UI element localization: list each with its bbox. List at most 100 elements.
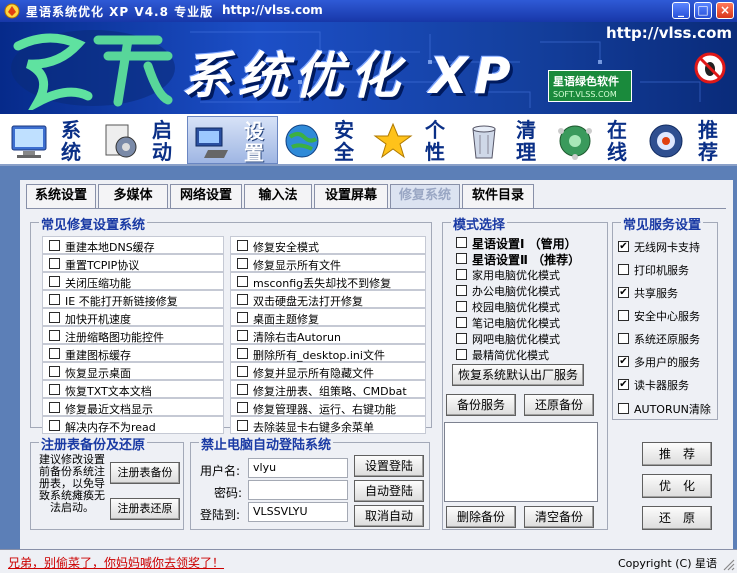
checkbox-box[interactable] bbox=[49, 384, 60, 395]
tab-multimedia[interactable]: 多媒体 bbox=[98, 184, 168, 208]
domain-input[interactable]: VLSSVLYU bbox=[248, 502, 348, 522]
checkbox-box[interactable] bbox=[618, 287, 629, 298]
service-option[interactable]: 读卡器服务 bbox=[618, 376, 716, 392]
checkbox-box[interactable] bbox=[49, 294, 60, 305]
repair-option[interactable]: 重建图标缓存 bbox=[42, 344, 224, 362]
checkbox-box[interactable] bbox=[237, 366, 248, 377]
checkbox-box[interactable] bbox=[618, 264, 629, 275]
tab-repair-system[interactable]: 修复系统 bbox=[390, 184, 460, 208]
repair-option[interactable]: msconfig丢失却找不到修复 bbox=[230, 272, 426, 290]
checkbox-box[interactable] bbox=[618, 403, 629, 414]
checkbox-box[interactable] bbox=[237, 312, 248, 323]
service-option[interactable]: 无线网卡支持 bbox=[618, 238, 716, 254]
resize-grip-icon[interactable] bbox=[723, 559, 735, 571]
tab-screen-settings[interactable]: 设置屏幕 bbox=[314, 184, 388, 208]
mode-option[interactable]: 星语设置Ⅱ （推荐） bbox=[456, 250, 606, 267]
repair-option[interactable]: 重建本地DNS缓存 bbox=[42, 236, 224, 254]
set-login-button[interactable]: 设置登陆 bbox=[354, 455, 424, 477]
checkbox-box[interactable] bbox=[237, 240, 248, 251]
delete-backup-button[interactable]: 删除备份 bbox=[446, 506, 516, 528]
checkbox-box[interactable] bbox=[49, 312, 60, 323]
checkbox-box[interactable] bbox=[618, 356, 629, 367]
close-button[interactable]: × bbox=[716, 2, 734, 19]
checkbox-box[interactable] bbox=[49, 258, 60, 269]
mode-option[interactable]: 星语设置Ⅰ （管用） bbox=[456, 234, 606, 251]
repair-option[interactable]: 注册缩略图功能控件 bbox=[42, 326, 224, 344]
green-software-badge[interactable]: 星语绿色软件 SOFT.VLSS.COM bbox=[548, 70, 632, 102]
checkbox-box[interactable] bbox=[237, 330, 248, 341]
service-option[interactable]: 安全中心服务 bbox=[618, 307, 716, 323]
repair-option[interactable]: 解决内存不为read bbox=[42, 416, 224, 434]
category-startup[interactable]: 启动 bbox=[96, 116, 187, 164]
banner-site-url[interactable]: http://vlss.com bbox=[606, 24, 732, 42]
checkbox-box[interactable] bbox=[237, 402, 248, 413]
checkbox-box[interactable] bbox=[456, 349, 467, 360]
service-option[interactable]: 共享服务 bbox=[618, 284, 716, 300]
service-option[interactable]: AUTORUN清除 bbox=[618, 400, 716, 416]
tab-input-method[interactable]: 输入法 bbox=[244, 184, 312, 208]
repair-option[interactable]: 恢复TXT文本文档 bbox=[42, 380, 224, 398]
repair-option[interactable]: 去除装显卡右键多余菜单 bbox=[230, 416, 426, 434]
checkbox-box[interactable] bbox=[49, 402, 60, 413]
repair-option[interactable]: 修复显示所有文件 bbox=[230, 254, 426, 272]
checkbox-box[interactable] bbox=[237, 384, 248, 395]
checkbox-box[interactable] bbox=[618, 379, 629, 390]
repair-option[interactable]: 加快开机速度 bbox=[42, 308, 224, 326]
checkbox-box[interactable] bbox=[618, 333, 629, 344]
mode-option[interactable]: 最精简优化模式 bbox=[456, 346, 606, 362]
category-clean[interactable]: 清理 bbox=[460, 116, 551, 164]
repair-option[interactable]: 修复注册表、组策略、CMDbat bbox=[230, 380, 426, 398]
checkbox-box[interactable] bbox=[456, 253, 467, 264]
service-option[interactable]: 系统还原服务 bbox=[618, 330, 716, 346]
tab-system-settings[interactable]: 系统设置 bbox=[26, 184, 96, 208]
category-online[interactable]: 在线 bbox=[551, 116, 642, 164]
checkbox-box[interactable] bbox=[456, 269, 467, 280]
registry-backup-button[interactable]: 注册表备份 bbox=[110, 462, 180, 484]
auto-login-button[interactable]: 自动登陆 bbox=[354, 480, 424, 502]
checkbox-box[interactable] bbox=[237, 420, 248, 431]
tab-software-directory[interactable]: 软件目录 bbox=[462, 184, 534, 208]
status-link[interactable]: 兄弟，别偷菜了，你妈妈喊你去领奖了！ bbox=[8, 554, 224, 571]
repair-option[interactable]: 双击硬盘无法打开修复 bbox=[230, 290, 426, 308]
repair-option[interactable]: 删除所有_desktop.ini文件 bbox=[230, 344, 426, 362]
repair-option[interactable]: 重置TCPIP协议 bbox=[42, 254, 224, 272]
no-bug-icon[interactable] bbox=[694, 52, 726, 84]
checkbox-box[interactable] bbox=[237, 348, 248, 359]
checkbox-box[interactable] bbox=[49, 348, 60, 359]
mode-option[interactable]: 笔记电脑优化模式 bbox=[456, 314, 606, 330]
category-personalize[interactable]: 个性 bbox=[369, 116, 460, 164]
checkbox-box[interactable] bbox=[456, 333, 467, 344]
title-bar[interactable]: 星语系统优化 XP V4.8 专业版 http://vlss.com _ □ × bbox=[0, 0, 737, 22]
username-input[interactable]: vlyu bbox=[248, 458, 348, 478]
service-option[interactable]: 打印机服务 bbox=[618, 261, 716, 277]
checkbox-box[interactable] bbox=[456, 301, 467, 312]
tab-network-settings[interactable]: 网络设置 bbox=[170, 184, 242, 208]
restore-backup-button[interactable]: 还原备份 bbox=[524, 394, 594, 416]
minimize-button[interactable]: _ bbox=[672, 2, 690, 19]
repair-option[interactable]: 清除右击Autorun bbox=[230, 326, 426, 344]
repair-option[interactable]: 修复并显示所有隐藏文件 bbox=[230, 362, 426, 380]
checkbox-box[interactable] bbox=[49, 366, 60, 377]
mode-option[interactable]: 家用电脑优化模式 bbox=[456, 266, 606, 282]
category-security[interactable]: 安全 bbox=[278, 116, 369, 164]
backup-list[interactable] bbox=[444, 422, 598, 502]
category-recommend[interactable]: 推荐 bbox=[642, 116, 733, 164]
checkbox-box[interactable] bbox=[49, 420, 60, 431]
category-system[interactable]: 系统 bbox=[5, 116, 96, 164]
category-settings[interactable]: 设置 bbox=[187, 116, 278, 164]
checkbox-box[interactable] bbox=[237, 258, 248, 269]
checkbox-box[interactable] bbox=[49, 276, 60, 287]
checkbox-box[interactable] bbox=[49, 330, 60, 341]
checkbox-box[interactable] bbox=[237, 276, 248, 287]
checkbox-box[interactable] bbox=[456, 317, 467, 328]
optimize-button[interactable]: 优 化 bbox=[642, 474, 712, 498]
restore-button[interactable]: 还 原 bbox=[642, 506, 712, 530]
password-input[interactable] bbox=[248, 480, 348, 500]
checkbox-box[interactable] bbox=[618, 241, 629, 252]
mode-option[interactable]: 校园电脑优化模式 bbox=[456, 298, 606, 314]
checkbox-box[interactable] bbox=[618, 310, 629, 321]
restore-default-services-button[interactable]: 恢复系统默认出厂服务 bbox=[452, 364, 584, 386]
repair-option[interactable]: IE 不能打开新链接修复 bbox=[42, 290, 224, 308]
mode-option[interactable]: 办公电脑优化模式 bbox=[456, 282, 606, 298]
repair-option[interactable]: 关闭压缩功能 bbox=[42, 272, 224, 290]
